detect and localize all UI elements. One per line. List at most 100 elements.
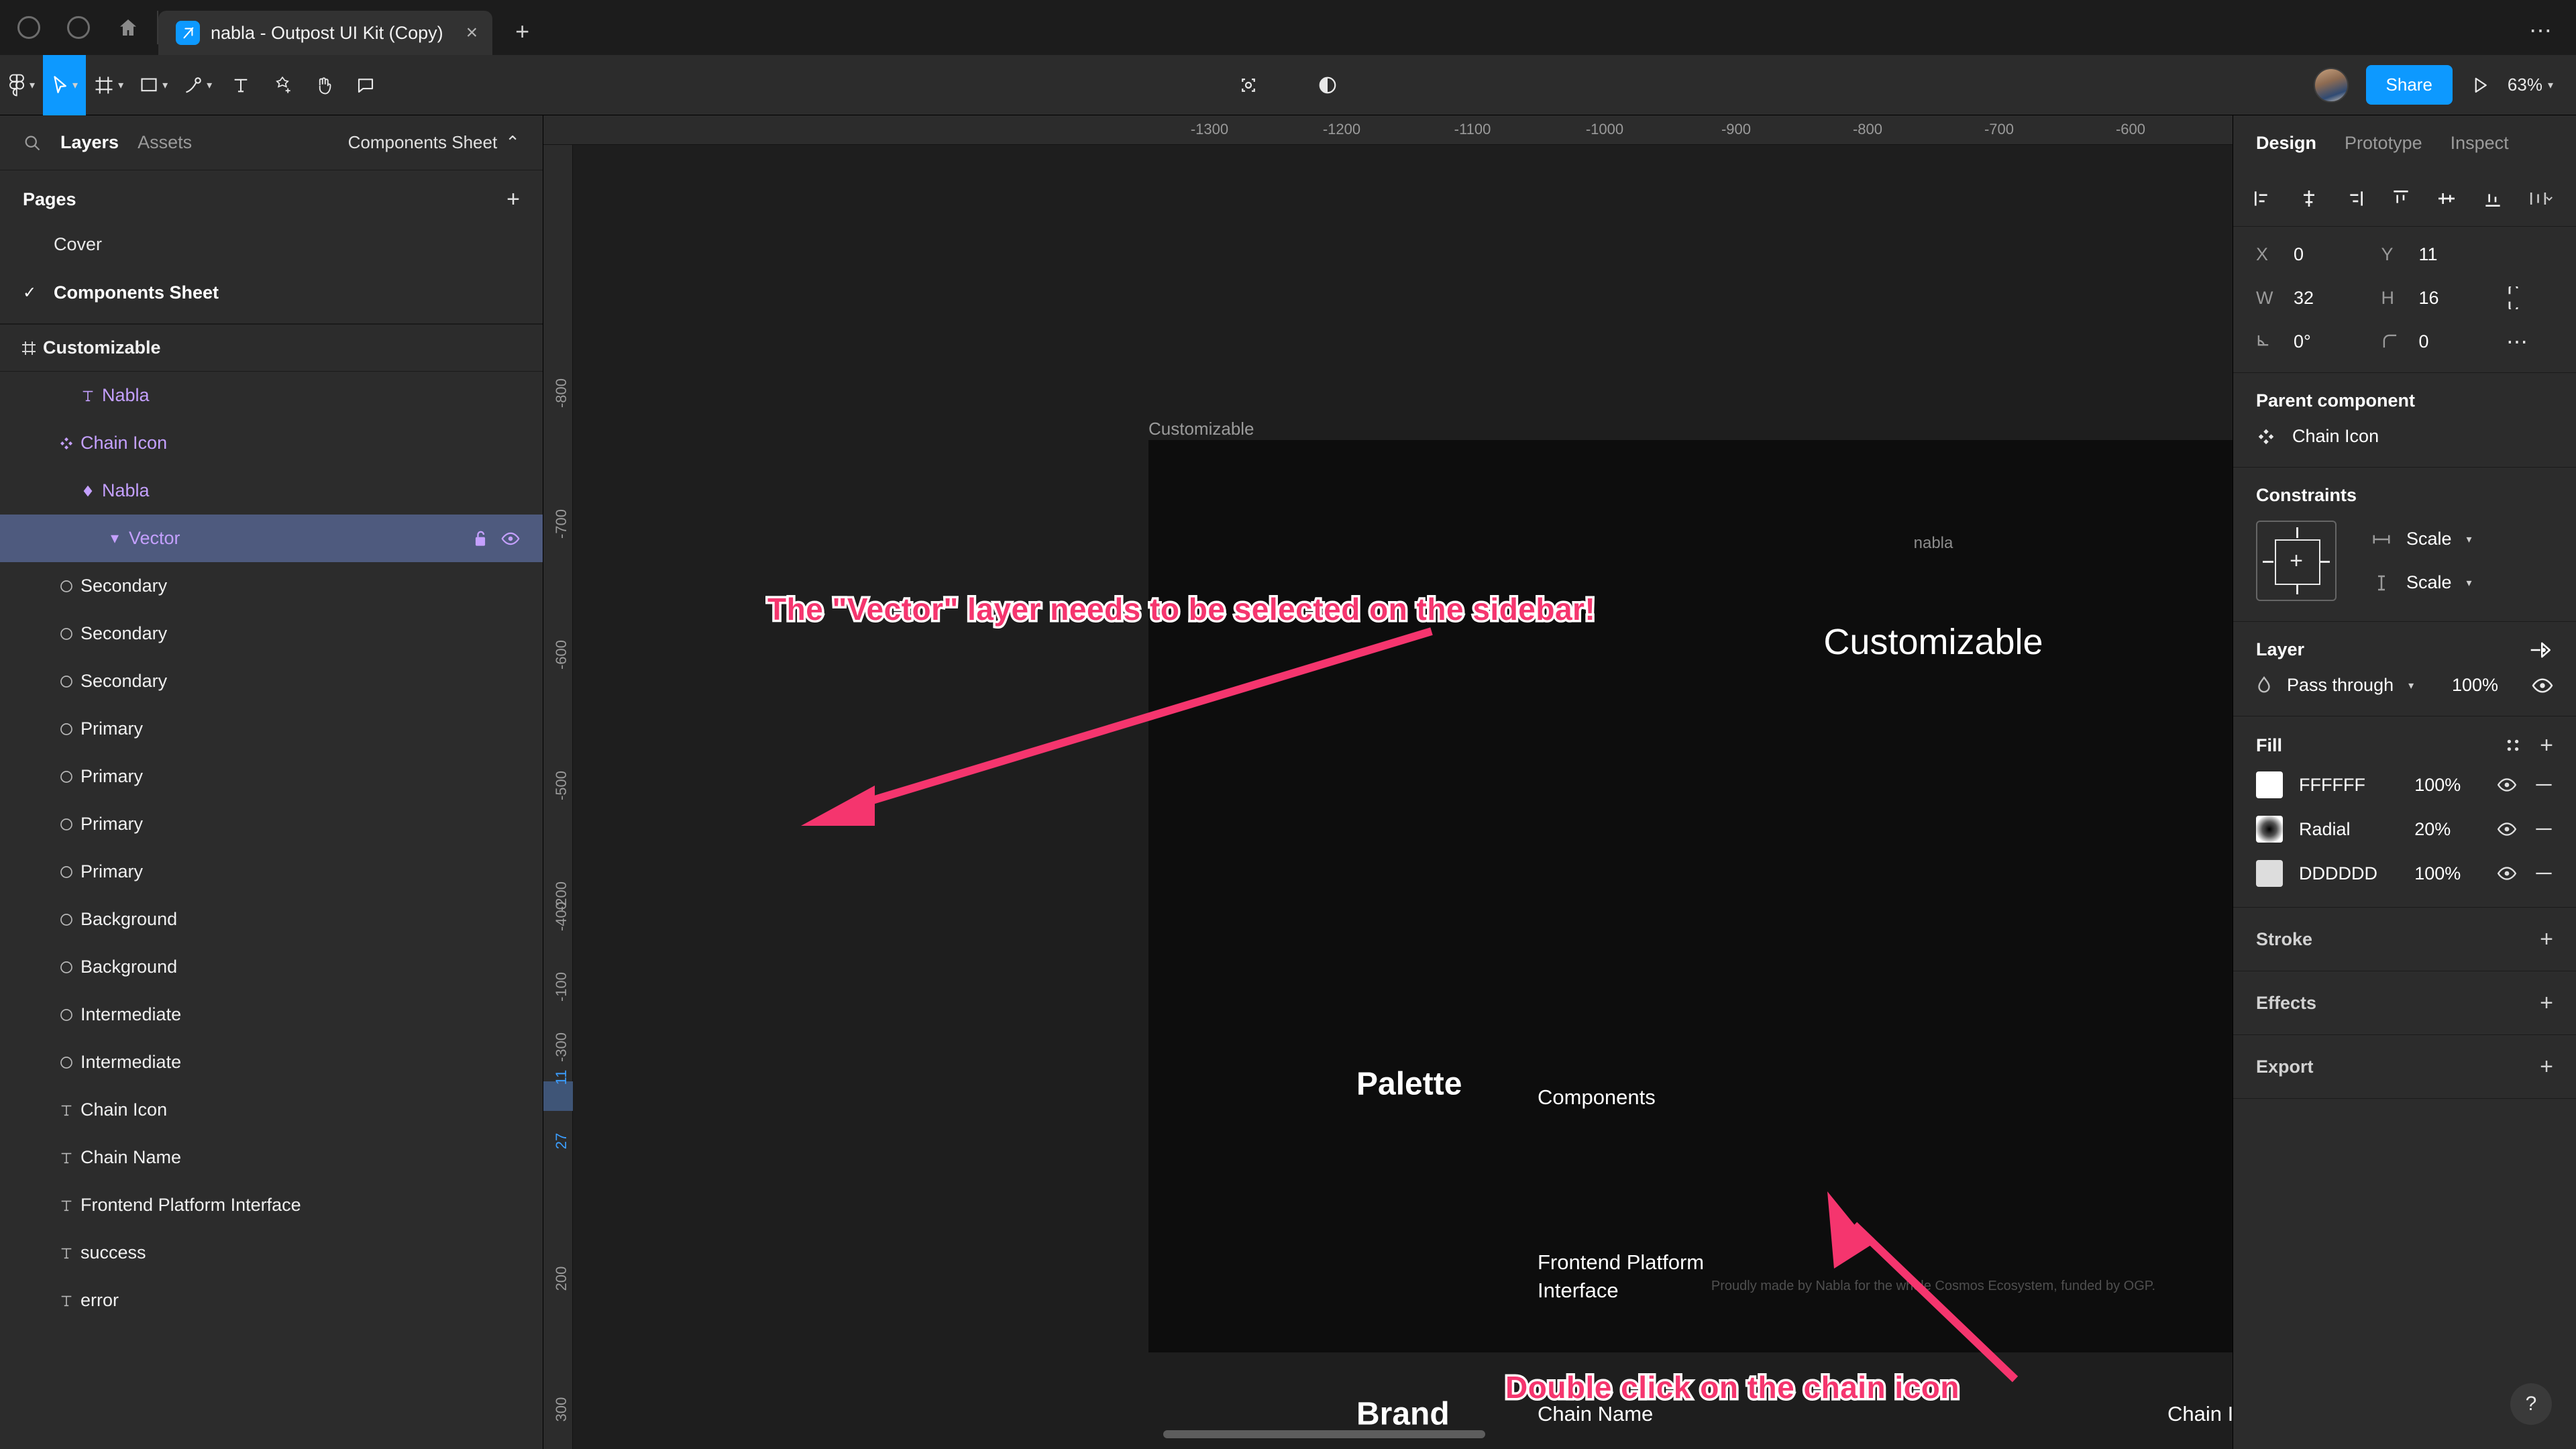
layer-row[interactable]: Customizable bbox=[0, 324, 543, 372]
avatar[interactable] bbox=[2313, 67, 2349, 103]
y-field[interactable]: Y 11 bbox=[2381, 244, 2507, 265]
add-stroke-button[interactable]: + bbox=[2540, 928, 2553, 951]
comment-button[interactable] bbox=[345, 55, 386, 115]
align-right-icon[interactable] bbox=[2344, 188, 2365, 209]
tab-design[interactable]: Design bbox=[2256, 133, 2316, 154]
help-question-icon[interactable]: ? bbox=[2510, 1383, 2552, 1425]
layer-row[interactable]: Primary bbox=[0, 848, 543, 896]
fill-swatch-radial[interactable] bbox=[2256, 816, 2283, 843]
canvas-viewport[interactable]: Customizable nabla Customizable Palette … bbox=[573, 145, 2233, 1449]
style-picker-icon[interactable] bbox=[2504, 736, 2522, 755]
share-button[interactable]: Share bbox=[2365, 65, 2453, 105]
x-field[interactable]: X 0 bbox=[2256, 244, 2381, 265]
frame-tool-button[interactable]: ▾ bbox=[86, 55, 131, 115]
layer-opacity-value[interactable]: 100% bbox=[2452, 675, 2498, 696]
blend-mode-row[interactable]: Pass through ▾ 100% bbox=[2256, 675, 2553, 696]
eye-icon[interactable] bbox=[2497, 777, 2517, 792]
pen-tool-button[interactable]: ▾ bbox=[176, 55, 220, 115]
layer-row[interactable]: Chain Icon bbox=[0, 419, 543, 467]
layer-row[interactable]: Secondary bbox=[0, 562, 543, 610]
chevron-down-icon[interactable]: ▾ bbox=[72, 78, 78, 92]
unlock-icon[interactable] bbox=[473, 530, 488, 547]
remove-fill-icon[interactable] bbox=[2534, 869, 2553, 877]
tab-inspect[interactable]: Inspect bbox=[2451, 133, 2509, 154]
remove-fill-icon[interactable] bbox=[2534, 781, 2553, 789]
tab-layers[interactable]: Layers bbox=[60, 132, 119, 153]
fill-swatch[interactable] bbox=[2256, 860, 2283, 887]
layer-row[interactable]: Chain Icon bbox=[0, 1086, 543, 1134]
layer-row[interactable]: Frontend Platform Interface bbox=[0, 1181, 543, 1229]
new-tab-button[interactable]: + bbox=[492, 17, 552, 55]
constraint-tick-top[interactable] bbox=[2296, 527, 2298, 538]
close-icon[interactable]: × bbox=[454, 23, 478, 43]
rotation-field[interactable]: 0° bbox=[2256, 331, 2381, 352]
layer-row[interactable]: Chain Name bbox=[0, 1134, 543, 1181]
zoom-level-selector[interactable]: 63% ▾ bbox=[2508, 74, 2553, 95]
move-tool-button[interactable]: ▾ bbox=[43, 54, 87, 115]
parent-component-row[interactable]: Chain Icon bbox=[2256, 426, 2553, 447]
layer-row[interactable]: Nabla bbox=[0, 467, 543, 515]
add-effect-button[interactable]: + bbox=[2540, 991, 2553, 1014]
vertical-constraint-select[interactable]: Scale ▾ bbox=[2371, 572, 2472, 593]
present-play-icon[interactable] bbox=[2470, 75, 2490, 95]
chevron-down-icon[interactable]: ▾ bbox=[207, 78, 212, 92]
add-fill-button[interactable]: + bbox=[2540, 734, 2553, 757]
tab-prototype[interactable]: Prototype bbox=[2345, 133, 2422, 154]
chevron-down-icon[interactable]: ▾ bbox=[162, 78, 168, 92]
layer-row[interactable]: Intermediate bbox=[0, 1038, 543, 1086]
layer-row[interactable]: Background bbox=[0, 896, 543, 943]
figma-menu-button[interactable]: ▾ bbox=[0, 55, 43, 115]
back-circle-icon[interactable] bbox=[17, 16, 40, 39]
constraint-tick-bottom[interactable] bbox=[2296, 584, 2298, 594]
hand-tool-button[interactable] bbox=[303, 55, 345, 115]
contrast-button[interactable] bbox=[1307, 55, 1348, 115]
more-options-icon[interactable]: ⋯ bbox=[2506, 331, 2553, 352]
layer-row[interactable]: Background bbox=[0, 943, 543, 991]
window-menu-icon[interactable]: ⋯ bbox=[2529, 17, 2553, 44]
constraints-widget[interactable]: + bbox=[2256, 521, 2337, 601]
components-button[interactable] bbox=[1228, 55, 1269, 115]
eye-icon[interactable] bbox=[501, 531, 520, 546]
add-export-button[interactable]: + bbox=[2540, 1055, 2553, 1078]
page-item-cover[interactable]: Cover bbox=[0, 220, 543, 268]
align-top-icon[interactable] bbox=[2390, 188, 2412, 209]
layer-row[interactable]: Primary bbox=[0, 753, 543, 800]
shape-tool-button[interactable]: ▾ bbox=[131, 55, 176, 115]
chevron-down-icon[interactable]: ▾ bbox=[30, 78, 35, 92]
corner-radius-field[interactable]: 0 bbox=[2381, 331, 2507, 352]
align-bottom-icon[interactable] bbox=[2482, 188, 2504, 209]
canvas-area[interactable]: -1300 -1200 -1100 -1000 -900 -800 -700 -… bbox=[543, 115, 2233, 1449]
page-item-components-sheet[interactable]: ✓ Components Sheet bbox=[0, 268, 543, 317]
w-field[interactable]: W 32 bbox=[2256, 288, 2381, 309]
fill-item[interactable]: Radial 20% bbox=[2256, 816, 2553, 843]
add-page-button[interactable]: + bbox=[506, 188, 520, 211]
constraint-tick-left[interactable] bbox=[2263, 561, 2273, 563]
layer-row[interactable]: Intermediate bbox=[0, 991, 543, 1038]
design-frame[interactable]: nabla Customizable Palette Components pr… bbox=[1148, 440, 2233, 1432]
horizontal-constraint-select[interactable]: Scale ▾ bbox=[2371, 529, 2472, 549]
search-icon[interactable] bbox=[23, 133, 42, 152]
layer-row[interactable]: Nabla bbox=[0, 372, 543, 419]
resources-button[interactable] bbox=[262, 55, 303, 115]
align-vertical-center-icon[interactable] bbox=[2436, 188, 2457, 209]
eye-icon[interactable] bbox=[2497, 822, 2517, 837]
frame-name-label[interactable]: Customizable bbox=[1148, 419, 1254, 439]
layer-row[interactable]: Secondary bbox=[0, 610, 543, 657]
layers-list[interactable]: Customizable Nabla Chain Icon Nabla ▾ Ve… bbox=[0, 324, 543, 1449]
fill-item[interactable]: FFFFFF 100% bbox=[2256, 771, 2553, 798]
fill-swatch[interactable] bbox=[2256, 771, 2283, 798]
fill-item[interactable]: DDDDDD 100% bbox=[2256, 860, 2553, 887]
breadcrumb[interactable]: Components Sheet ⌃ bbox=[348, 132, 520, 153]
remove-fill-icon[interactable] bbox=[2534, 825, 2553, 833]
layer-link-icon[interactable] bbox=[2529, 641, 2553, 659]
constrain-proportions-icon[interactable] bbox=[2506, 286, 2553, 309]
vector-caret-icon[interactable]: ▾ bbox=[101, 529, 129, 548]
layer-row[interactable]: Primary bbox=[0, 800, 543, 848]
text-tool-button[interactable] bbox=[220, 55, 262, 115]
layer-row-vector-selected[interactable]: ▾ Vector bbox=[0, 515, 543, 562]
constraint-tick-right[interactable] bbox=[2319, 561, 2330, 563]
distribute-icon[interactable] bbox=[2528, 188, 2557, 209]
browser-tab-active[interactable]: nabla - Outpost UI Kit (Copy) × bbox=[158, 11, 493, 55]
h-field[interactable]: H 16 bbox=[2381, 288, 2507, 309]
layer-row[interactable]: success bbox=[0, 1229, 543, 1277]
